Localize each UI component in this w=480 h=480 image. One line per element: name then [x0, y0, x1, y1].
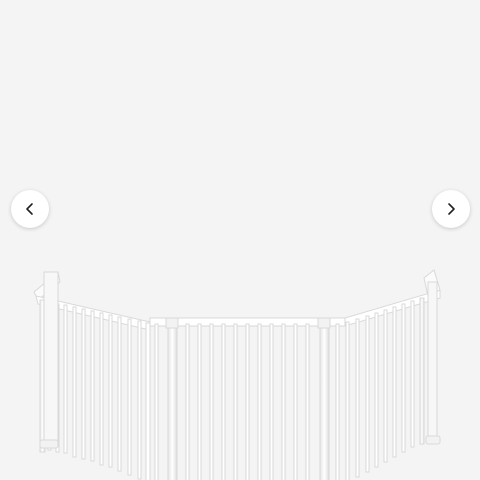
product-image-safety-gate [33, 269, 441, 480]
next-image-button[interactable] [432, 190, 470, 228]
chevron-right-icon [448, 203, 455, 215]
chevron-left-icon [26, 203, 33, 215]
gate-panel-right [344, 269, 441, 480]
gate-panel-middle [149, 317, 346, 480]
product-image-carousel [0, 0, 480, 480]
gate-panel-left [33, 271, 151, 480]
previous-image-button[interactable] [11, 190, 49, 228]
